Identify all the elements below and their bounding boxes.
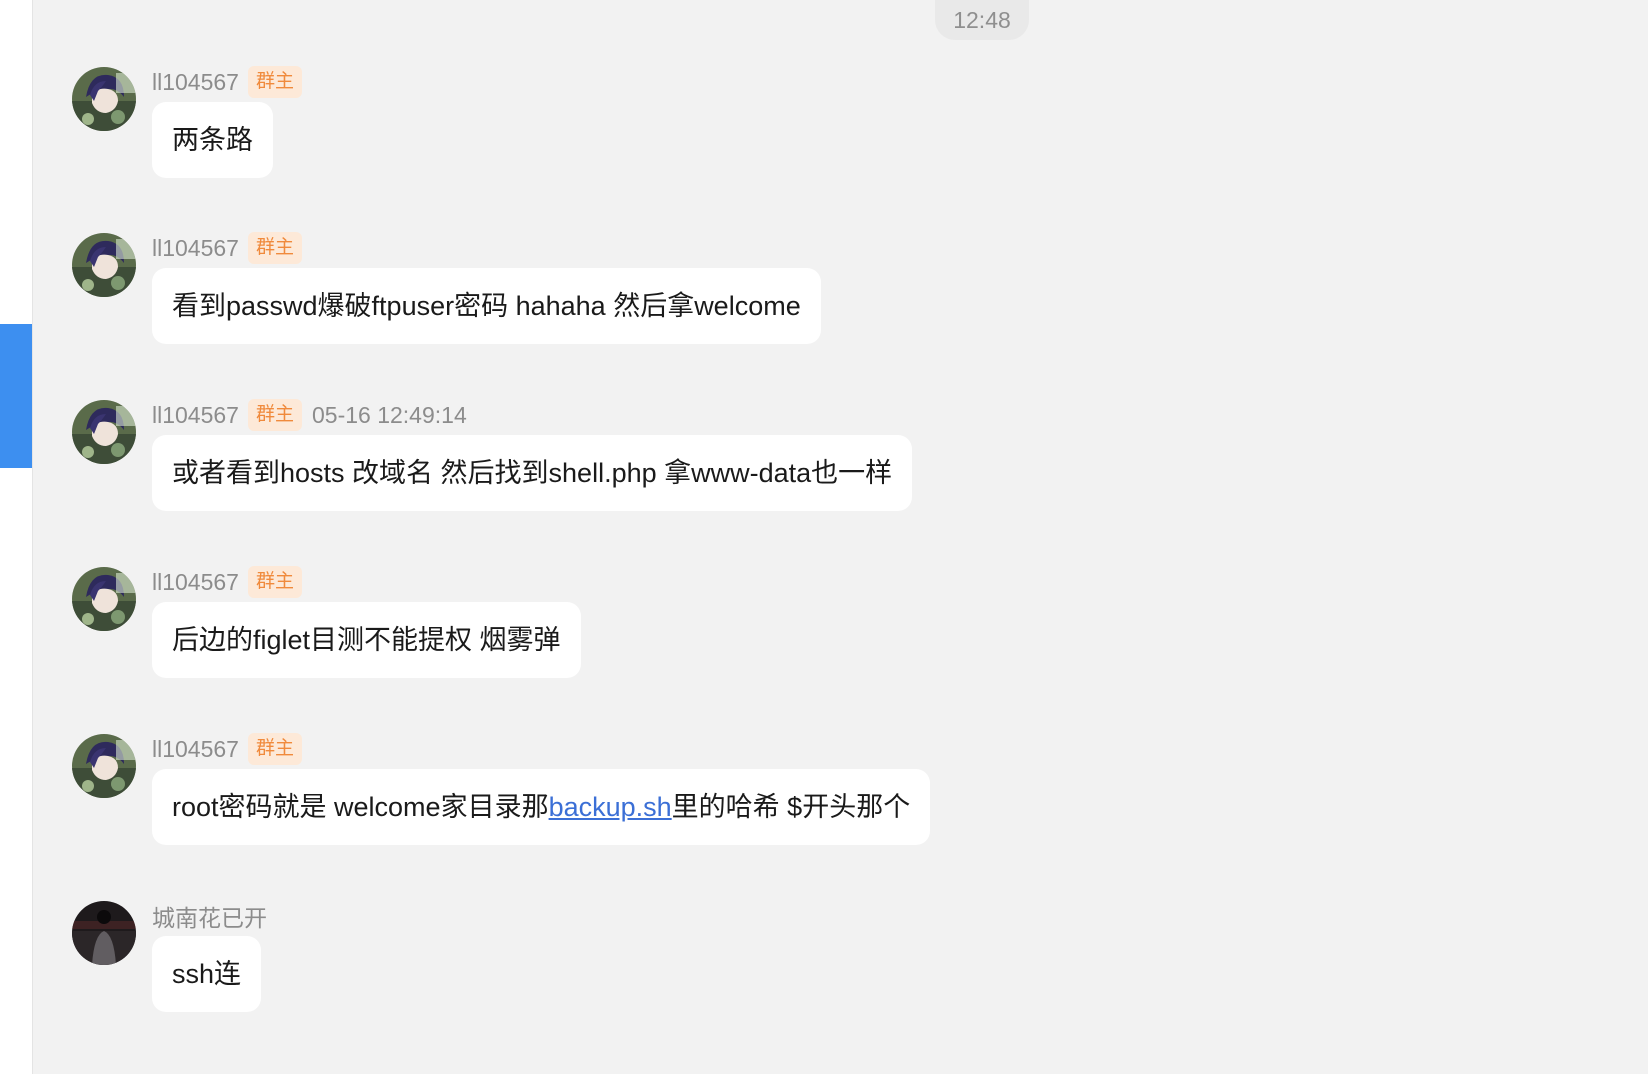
message-text: ssh连 (172, 959, 242, 989)
message-meta: ll104567 群主 (152, 566, 302, 598)
message-bubble[interactable]: 两条路 (152, 102, 273, 178)
sender-name[interactable]: ll104567 (152, 569, 239, 596)
anime-avatar-icon (72, 567, 136, 631)
anime-avatar-icon (72, 67, 136, 131)
message-text: 看到passwd爆破ftpuser密码 hahaha 然后拿welcome (172, 291, 801, 321)
sender-name[interactable]: ll104567 (152, 402, 239, 429)
avatar[interactable] (72, 901, 136, 965)
anime-avatar-icon (72, 400, 136, 464)
message-meta: ll104567 群主 (152, 232, 302, 264)
message-bubble[interactable]: ssh连 (152, 936, 262, 1012)
owner-badge: 群主 (247, 733, 302, 765)
owner-badge: 群主 (247, 66, 302, 98)
dark-photo-avatar-icon (72, 901, 136, 965)
message-meta: ll104567 群主 05-16 12:49:14 (152, 399, 467, 431)
message-meta: ll104567 群主 (152, 66, 302, 98)
message-bubble[interactable]: 看到passwd爆破ftpuser密码 hahaha 然后拿welcome (152, 268, 821, 344)
message-meta: 城南花已开 (152, 900, 267, 932)
time-divider: 12:48 (935, 0, 1029, 40)
message-text-after-link: 里的哈希 $开头那个 (671, 792, 911, 822)
message-bubble[interactable]: 或者看到hosts 改域名 然后找到shell.php 拿www-data也一样 (152, 435, 913, 511)
sender-name[interactable]: ll104567 (152, 69, 239, 96)
message-text: 或者看到hosts 改域名 然后找到shell.php 拿www-data也一样 (172, 458, 893, 488)
avatar[interactable] (72, 734, 136, 798)
owner-badge: 群主 (247, 399, 302, 431)
owner-badge: 群主 (247, 566, 302, 598)
message-meta: ll104567 群主 (152, 733, 302, 765)
left-panel (0, 0, 33, 1074)
anime-avatar-icon (72, 233, 136, 297)
anime-avatar-icon (72, 734, 136, 798)
backup-sh-link[interactable]: backup.sh (549, 792, 672, 822)
message-bubble[interactable]: 后边的figlet目测不能提权 烟雾弹 (152, 602, 581, 678)
avatar[interactable] (72, 400, 136, 464)
owner-badge: 群主 (247, 232, 302, 264)
sender-name[interactable]: 城南花已开 (152, 899, 267, 933)
avatar[interactable] (72, 567, 136, 631)
avatar[interactable] (72, 233, 136, 297)
active-indicator (0, 324, 32, 468)
message-text-before-link: root密码就是 welcome家目录那 (172, 792, 549, 822)
avatar[interactable] (72, 67, 136, 131)
message-bubble[interactable]: root密码就是 welcome家目录那backup.sh里的哈希 $开头那个 (152, 769, 931, 845)
message-timestamp: 05-16 12:49:14 (311, 401, 467, 428)
message-text: 两条路 (172, 125, 253, 155)
sender-name[interactable]: ll104567 (152, 736, 239, 763)
sender-name[interactable]: ll104567 (152, 235, 239, 262)
message-text: 后边的figlet目测不能提权 烟雾弹 (172, 625, 561, 655)
